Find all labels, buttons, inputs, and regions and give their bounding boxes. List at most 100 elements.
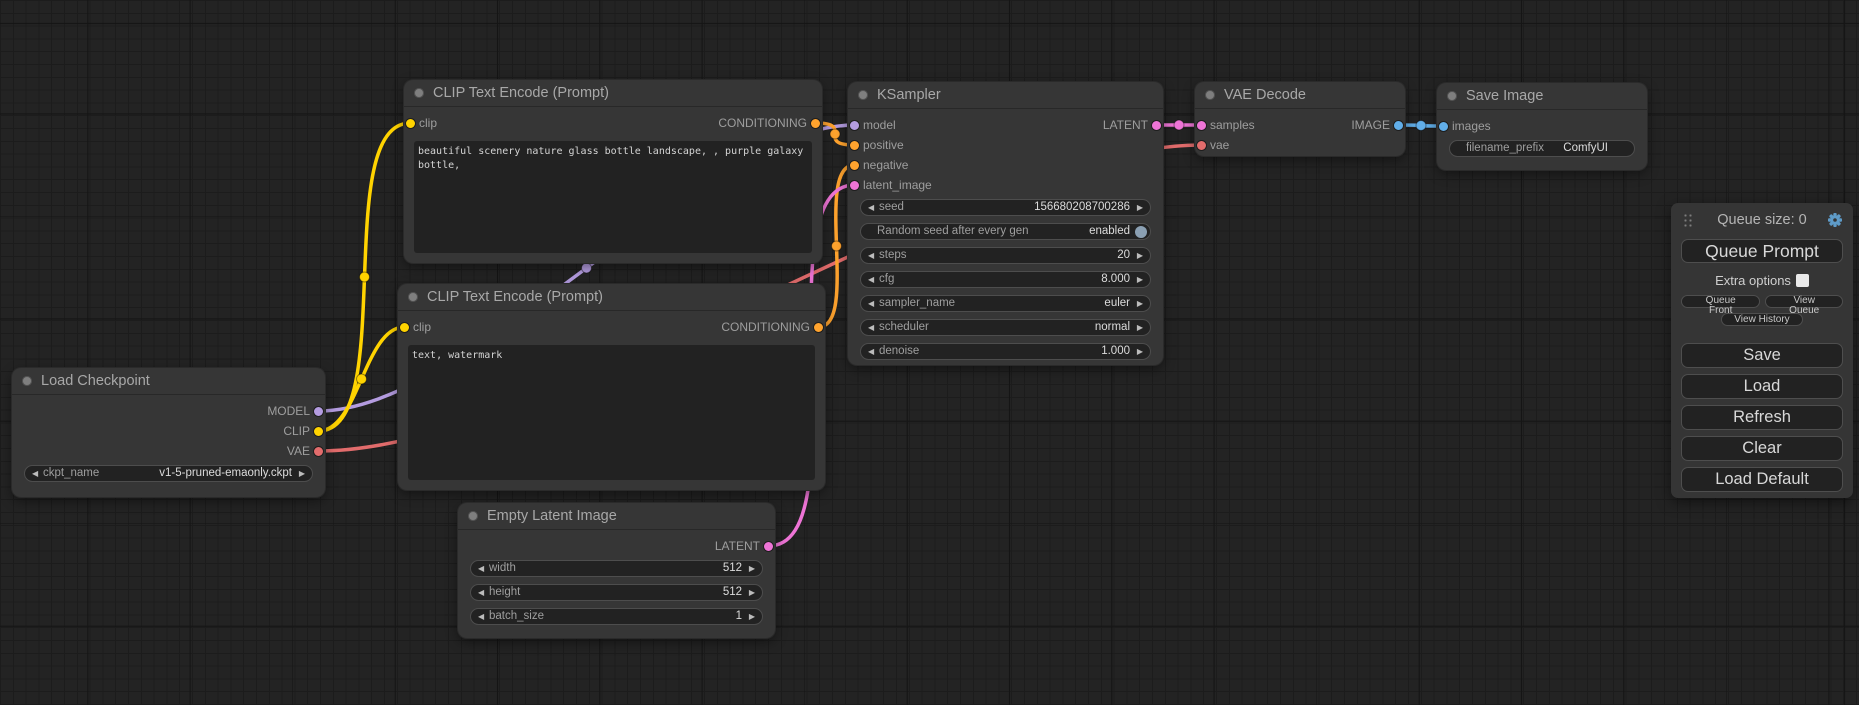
increment-arrow-icon[interactable]: ▶ (749, 609, 755, 624)
output-port-label: IMAGE (1351, 115, 1390, 135)
increment-arrow-icon[interactable]: ▶ (1137, 296, 1143, 311)
widget-value: enabled (1089, 224, 1130, 239)
vae-decode-output-IMAGE-port[interactable] (1394, 121, 1403, 130)
decrement-arrow-icon[interactable]: ◀ (868, 320, 874, 335)
link-midpoint-dot[interactable] (582, 263, 592, 273)
decrement-arrow-icon[interactable]: ◀ (868, 200, 874, 215)
toggle-dot[interactable] (1135, 226, 1147, 238)
save-image-filename_prefix-widget[interactable]: filename_prefixComfyUI (1449, 140, 1635, 157)
node-collapse-dot[interactable] (858, 90, 868, 100)
clear-button[interactable]: Clear (1681, 436, 1843, 461)
output-port-label: MODEL (267, 401, 310, 421)
node-save-image[interactable]: Save Imageimagesfilename_prefixComfyUI (1437, 83, 1647, 170)
node-clip-text-encode-negative[interactable]: CLIP Text Encode (Prompt)clipCONDITIONIN… (398, 284, 825, 490)
clip-text-encode-negative-input-clip-port[interactable] (400, 323, 409, 332)
node-widgets: ◀ckpt_namev1-5-pruned-emaonly.ckpt▶ (12, 461, 325, 482)
increment-arrow-icon[interactable]: ▶ (1137, 200, 1143, 215)
output-port-label: CLIP (283, 421, 310, 441)
ksampler-output-LATENT-port[interactable] (1152, 121, 1161, 130)
widget-value: 512 (723, 561, 742, 576)
drag-handle-icon[interactable] (1683, 213, 1692, 227)
increment-arrow-icon[interactable]: ▶ (1137, 248, 1143, 263)
ksampler-denoise-widget[interactable]: ◀denoise1.000▶ (860, 343, 1151, 360)
empty-latent-height-widget[interactable]: ◀height512▶ (470, 584, 763, 601)
clip-text-encode-positive-prompt-textarea[interactable]: beautiful scenery nature glass bottle la… (414, 141, 812, 253)
node-collapse-dot[interactable] (22, 376, 32, 386)
load-default-button[interactable]: Load Default (1681, 467, 1843, 492)
port-row: vae (1195, 135, 1405, 155)
load-checkpoint-output-CLIP-port[interactable] (314, 427, 323, 436)
decrement-arrow-icon[interactable]: ◀ (868, 248, 874, 263)
load-checkpoint-output-VAE-port[interactable] (314, 447, 323, 456)
view-queue-button[interactable]: View Queue (1765, 295, 1843, 308)
decrement-arrow-icon[interactable]: ◀ (478, 609, 484, 624)
node-collapse-dot[interactable] (468, 511, 478, 521)
link-midpoint-dot[interactable] (832, 241, 842, 251)
ksampler-cfg-widget[interactable]: ◀cfg8.000▶ (860, 271, 1151, 288)
node-clip-text-encode-positive[interactable]: CLIP Text Encode (Prompt)clipCONDITIONIN… (404, 80, 822, 263)
load-checkpoint-output-MODEL-port[interactable] (314, 407, 323, 416)
ksampler-seed-widget[interactable]: ◀seed156680208700286▶ (860, 199, 1151, 216)
increment-arrow-icon[interactable]: ▶ (1137, 320, 1143, 335)
increment-arrow-icon[interactable]: ▶ (1137, 272, 1143, 287)
clip-text-encode-positive-output-CONDITIONING-port[interactable] (811, 119, 820, 128)
link-midpoint-dot[interactable] (1174, 120, 1184, 130)
extra-options-checkbox[interactable] (1796, 274, 1809, 287)
decrement-arrow-icon[interactable]: ◀ (478, 585, 484, 600)
input-port-label: images (1452, 116, 1491, 136)
save-image-input-images-port[interactable] (1439, 122, 1448, 131)
ksampler-steps-widget[interactable]: ◀steps20▶ (860, 247, 1151, 264)
widget-value: 20 (1117, 248, 1130, 263)
node-empty-latent[interactable]: Empty Latent ImageLATENT◀width512▶◀heigh… (458, 503, 775, 638)
ksampler-scheduler-widget[interactable]: ◀schedulernormal▶ (860, 319, 1151, 336)
decrement-arrow-icon[interactable]: ◀ (32, 466, 38, 481)
queue-front-button[interactable]: Queue Front (1681, 295, 1760, 308)
increment-arrow-icon[interactable]: ▶ (749, 561, 755, 576)
link-midpoint-dot[interactable] (357, 374, 367, 384)
increment-arrow-icon[interactable]: ▶ (749, 585, 755, 600)
link-midpoint-dot[interactable] (1416, 121, 1426, 131)
load-checkpoint-ckpt_name-widget[interactable]: ◀ckpt_namev1-5-pruned-emaonly.ckpt▶ (24, 465, 313, 482)
increment-arrow-icon[interactable]: ▶ (299, 466, 305, 481)
increment-arrow-icon[interactable]: ▶ (1137, 344, 1143, 359)
empty-latent-width-widget[interactable]: ◀width512▶ (470, 560, 763, 577)
port-row: latent_image (848, 175, 1163, 195)
save-button[interactable]: Save (1681, 343, 1843, 368)
node-collapse-dot[interactable] (414, 88, 424, 98)
node-title-bar: Load Checkpoint (12, 368, 325, 395)
clip-text-encode-negative-output-CONDITIONING-port[interactable] (814, 323, 823, 332)
node-collapse-dot[interactable] (1205, 90, 1215, 100)
empty-latent-batch_size-widget[interactable]: ◀batch_size1▶ (470, 608, 763, 625)
node-collapse-dot[interactable] (408, 292, 418, 302)
node-load-checkpoint[interactable]: Load CheckpointMODELCLIPVAE◀ckpt_namev1-… (12, 368, 325, 497)
output-port-label: LATENT (715, 536, 760, 556)
empty-latent-output-LATENT-port[interactable] (764, 542, 773, 551)
decrement-arrow-icon[interactable]: ◀ (868, 296, 874, 311)
refresh-button[interactable]: Refresh (1681, 405, 1843, 430)
ksampler-input-positive-port[interactable] (850, 141, 859, 150)
node-collapse-dot[interactable] (1447, 91, 1457, 101)
ksampler-random-seed-after-every-gen-widget[interactable]: Random seed after every genenabled (860, 223, 1151, 240)
vae-decode-input-vae-port[interactable] (1197, 141, 1206, 150)
node-ksampler[interactable]: KSamplermodelLATENTpositivenegativelaten… (848, 82, 1163, 365)
decrement-arrow-icon[interactable]: ◀ (868, 272, 874, 287)
ksampler-input-negative-port[interactable] (850, 161, 859, 170)
link-midpoint-dot[interactable] (360, 272, 370, 282)
decrement-arrow-icon[interactable]: ◀ (478, 561, 484, 576)
vae-decode-input-samples-port[interactable] (1197, 121, 1206, 130)
load-button[interactable]: Load (1681, 374, 1843, 399)
decrement-arrow-icon[interactable]: ◀ (868, 344, 874, 359)
clip-text-encode-negative-prompt-textarea[interactable]: text, watermark (408, 345, 815, 480)
input-port-label: model (863, 115, 896, 135)
ksampler-input-model-port[interactable] (850, 121, 859, 130)
queue-prompt-button[interactable]: Queue Prompt (1681, 239, 1843, 263)
ksampler-sampler_name-widget[interactable]: ◀sampler_nameeuler▶ (860, 295, 1151, 312)
link-midpoint-dot[interactable] (830, 129, 840, 139)
view-history-button[interactable]: View History (1721, 313, 1802, 326)
ksampler-input-latent_image-port[interactable] (850, 181, 859, 190)
output-port-label: CONDITIONING (718, 113, 807, 133)
clip-text-encode-positive-input-clip-port[interactable] (406, 119, 415, 128)
settings-gear-icon[interactable] (1827, 212, 1843, 228)
comfyui-canvas[interactable]: Load CheckpointMODELCLIPVAE◀ckpt_namev1-… (0, 0, 1859, 705)
node-vae-decode[interactable]: VAE DecodesamplesIMAGEvae (1195, 82, 1405, 156)
